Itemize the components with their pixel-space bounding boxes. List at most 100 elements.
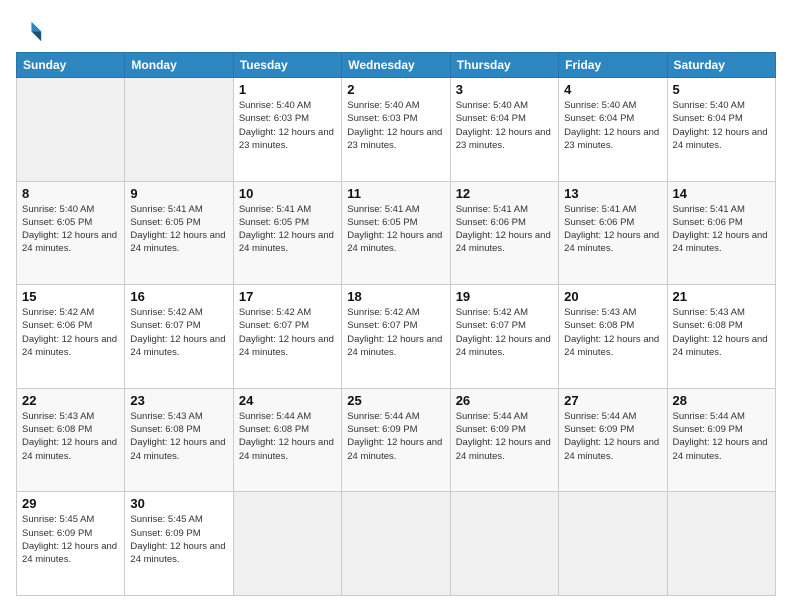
cell-sun-info: Sunrise: 5:42 AMSunset: 6:07 PMDaylight:… <box>347 306 444 359</box>
calendar-table: SundayMondayTuesdayWednesdayThursdayFrid… <box>16 52 776 596</box>
calendar-cell <box>125 78 233 182</box>
calendar-cell: 10 Sunrise: 5:41 AMSunset: 6:05 PMDayligh… <box>233 181 341 285</box>
cell-day-number: 25 <box>347 393 444 408</box>
calendar-cell: 23 Sunrise: 5:43 AMSunset: 6:08 PMDayligh… <box>125 388 233 492</box>
calendar-cell: 30 Sunrise: 5:45 AMSunset: 6:09 PMDayligh… <box>125 492 233 596</box>
cell-sun-info: Sunrise: 5:44 AMSunset: 6:09 PMDaylight:… <box>456 410 553 463</box>
calendar-cell <box>17 78 125 182</box>
calendar-cell: 15 Sunrise: 5:42 AMSunset: 6:06 PMDayligh… <box>17 285 125 389</box>
calendar-cell: 9 Sunrise: 5:41 AMSunset: 6:05 PMDaylight… <box>125 181 233 285</box>
cell-day-number: 15 <box>22 289 119 304</box>
weekday-header-wednesday: Wednesday <box>342 53 450 78</box>
weekday-header-sunday: Sunday <box>17 53 125 78</box>
calendar-body: 1 Sunrise: 5:40 AMSunset: 6:03 PMDaylight… <box>17 78 776 596</box>
cell-sun-info: Sunrise: 5:45 AMSunset: 6:09 PMDaylight:… <box>22 513 119 566</box>
calendar-cell: 21 Sunrise: 5:43 AMSunset: 6:08 PMDayligh… <box>667 285 775 389</box>
weekday-header-saturday: Saturday <box>667 53 775 78</box>
calendar-cell: 26 Sunrise: 5:44 AMSunset: 6:09 PMDayligh… <box>450 388 558 492</box>
cell-sun-info: Sunrise: 5:41 AMSunset: 6:06 PMDaylight:… <box>673 203 770 256</box>
calendar-week-row: 22 Sunrise: 5:43 AMSunset: 6:08 PMDayligh… <box>17 388 776 492</box>
cell-sun-info: Sunrise: 5:40 AMSunset: 6:03 PMDaylight:… <box>239 99 336 152</box>
cell-sun-info: Sunrise: 5:44 AMSunset: 6:09 PMDaylight:… <box>347 410 444 463</box>
calendar-cell <box>342 492 450 596</box>
cell-sun-info: Sunrise: 5:43 AMSunset: 6:08 PMDaylight:… <box>130 410 227 463</box>
cell-sun-info: Sunrise: 5:41 AMSunset: 6:05 PMDaylight:… <box>347 203 444 256</box>
cell-day-number: 21 <box>673 289 770 304</box>
cell-day-number: 11 <box>347 186 444 201</box>
cell-day-number: 9 <box>130 186 227 201</box>
cell-sun-info: Sunrise: 5:42 AMSunset: 6:06 PMDaylight:… <box>22 306 119 359</box>
cell-day-number: 17 <box>239 289 336 304</box>
weekday-header-tuesday: Tuesday <box>233 53 341 78</box>
calendar-cell: 16 Sunrise: 5:42 AMSunset: 6:07 PMDayligh… <box>125 285 233 389</box>
calendar-cell: 1 Sunrise: 5:40 AMSunset: 6:03 PMDaylight… <box>233 78 341 182</box>
calendar-cell: 20 Sunrise: 5:43 AMSunset: 6:08 PMDayligh… <box>559 285 667 389</box>
cell-sun-info: Sunrise: 5:45 AMSunset: 6:09 PMDaylight:… <box>130 513 227 566</box>
calendar-cell: 8 Sunrise: 5:40 AMSunset: 6:05 PMDaylight… <box>17 181 125 285</box>
calendar-cell <box>233 492 341 596</box>
cell-day-number: 26 <box>456 393 553 408</box>
cell-sun-info: Sunrise: 5:44 AMSunset: 6:09 PMDaylight:… <box>673 410 770 463</box>
header <box>16 16 776 44</box>
cell-day-number: 10 <box>239 186 336 201</box>
cell-sun-info: Sunrise: 5:42 AMSunset: 6:07 PMDaylight:… <box>239 306 336 359</box>
cell-day-number: 29 <box>22 496 119 511</box>
cell-sun-info: Sunrise: 5:40 AMSunset: 6:05 PMDaylight:… <box>22 203 119 256</box>
cell-sun-info: Sunrise: 5:44 AMSunset: 6:08 PMDaylight:… <box>239 410 336 463</box>
calendar-cell: 25 Sunrise: 5:44 AMSunset: 6:09 PMDayligh… <box>342 388 450 492</box>
cell-day-number: 16 <box>130 289 227 304</box>
calendar-week-row: 8 Sunrise: 5:40 AMSunset: 6:05 PMDaylight… <box>17 181 776 285</box>
calendar-cell <box>559 492 667 596</box>
cell-sun-info: Sunrise: 5:40 AMSunset: 6:04 PMDaylight:… <box>564 99 661 152</box>
calendar-week-row: 1 Sunrise: 5:40 AMSunset: 6:03 PMDaylight… <box>17 78 776 182</box>
logo-icon <box>16 16 44 44</box>
calendar-cell: 24 Sunrise: 5:44 AMSunset: 6:08 PMDayligh… <box>233 388 341 492</box>
cell-day-number: 19 <box>456 289 553 304</box>
calendar-cell <box>667 492 775 596</box>
cell-sun-info: Sunrise: 5:40 AMSunset: 6:04 PMDaylight:… <box>673 99 770 152</box>
calendar-cell: 19Sunrise: 5:42 AMSunset: 6:07 PMDayligh… <box>450 285 558 389</box>
cell-day-number: 27 <box>564 393 661 408</box>
calendar-cell: 2Sunrise: 5:40 AMSunset: 6:03 PMDaylight… <box>342 78 450 182</box>
weekday-header-monday: Monday <box>125 53 233 78</box>
cell-day-number: 1 <box>239 82 336 97</box>
cell-sun-info: Sunrise: 5:43 AMSunset: 6:08 PMDaylight:… <box>22 410 119 463</box>
calendar-cell: 4 Sunrise: 5:40 AMSunset: 6:04 PMDaylight… <box>559 78 667 182</box>
cell-sun-info: Sunrise: 5:43 AMSunset: 6:08 PMDaylight:… <box>673 306 770 359</box>
calendar-cell <box>450 492 558 596</box>
calendar-cell: 18Sunrise: 5:42 AMSunset: 6:07 PMDayligh… <box>342 285 450 389</box>
calendar-cell: 12 Sunrise: 5:41 AMSunset: 6:06 PMDayligh… <box>450 181 558 285</box>
cell-day-number: 4 <box>564 82 661 97</box>
cell-sun-info: Sunrise: 5:41 AMSunset: 6:06 PMDaylight:… <box>564 203 661 256</box>
calendar-cell: 14 Sunrise: 5:41 AMSunset: 6:06 PMDayligh… <box>667 181 775 285</box>
calendar-cell: 27 Sunrise: 5:44 AMSunset: 6:09 PMDayligh… <box>559 388 667 492</box>
cell-sun-info: Sunrise: 5:44 AMSunset: 6:09 PMDaylight:… <box>564 410 661 463</box>
cell-day-number: 13 <box>564 186 661 201</box>
cell-sun-info: Sunrise: 5:42 AMSunset: 6:07 PMDaylight:… <box>130 306 227 359</box>
calendar-cell: 3Sunrise: 5:40 AMSunset: 6:04 PMDaylight… <box>450 78 558 182</box>
cell-sun-info: Sunrise: 5:40 AMSunset: 6:03 PMDaylight:… <box>347 99 444 152</box>
cell-day-number: 20 <box>564 289 661 304</box>
cell-day-number: 22 <box>22 393 119 408</box>
cell-day-number: 30 <box>130 496 227 511</box>
weekday-header-thursday: Thursday <box>450 53 558 78</box>
page: SundayMondayTuesdayWednesdayThursdayFrid… <box>0 0 792 612</box>
cell-sun-info: Sunrise: 5:41 AMSunset: 6:06 PMDaylight:… <box>456 203 553 256</box>
calendar-week-row: 29 Sunrise: 5:45 AMSunset: 6:09 PMDayligh… <box>17 492 776 596</box>
calendar-cell: 11 Sunrise: 5:41 AMSunset: 6:05 PMDayligh… <box>342 181 450 285</box>
cell-sun-info: Sunrise: 5:43 AMSunset: 6:08 PMDaylight:… <box>564 306 661 359</box>
calendar-cell: 22 Sunrise: 5:43 AMSunset: 6:08 PMDayligh… <box>17 388 125 492</box>
cell-sun-info: Sunrise: 5:40 AMSunset: 6:04 PMDaylight:… <box>456 99 553 152</box>
cell-day-number: 23 <box>130 393 227 408</box>
logo <box>16 16 48 44</box>
cell-sun-info: Sunrise: 5:41 AMSunset: 6:05 PMDaylight:… <box>239 203 336 256</box>
cell-sun-info: Sunrise: 5:41 AMSunset: 6:05 PMDaylight:… <box>130 203 227 256</box>
calendar-cell: 28 Sunrise: 5:44 AMSunset: 6:09 PMDayligh… <box>667 388 775 492</box>
cell-day-number: 24 <box>239 393 336 408</box>
cell-day-number: 28 <box>673 393 770 408</box>
weekday-header-row: SundayMondayTuesdayWednesdayThursdayFrid… <box>17 53 776 78</box>
calendar-cell: 13 Sunrise: 5:41 AMSunset: 6:06 PMDayligh… <box>559 181 667 285</box>
cell-day-number: 12 <box>456 186 553 201</box>
cell-day-number: 8 <box>22 186 119 201</box>
cell-day-number: 14 <box>673 186 770 201</box>
